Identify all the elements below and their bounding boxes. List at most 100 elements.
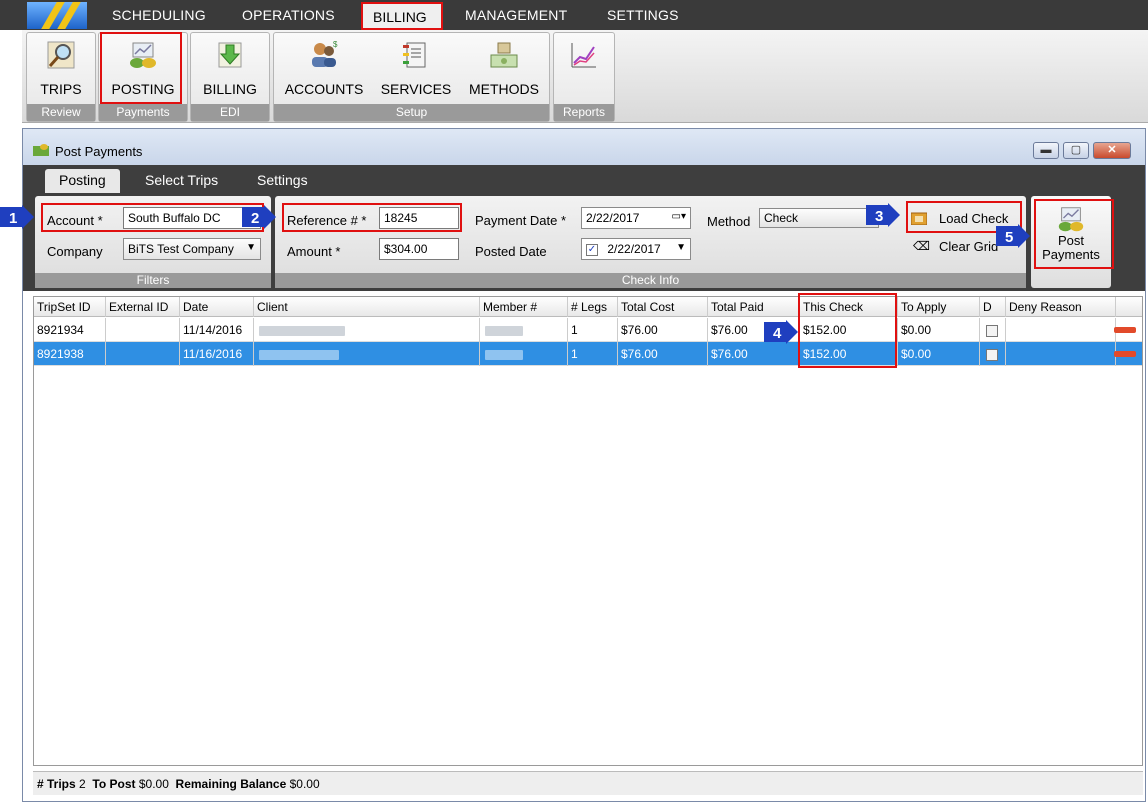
cell-deny-reason[interactable] xyxy=(1006,342,1116,366)
check-info-panel-label: Check Info xyxy=(275,273,1026,288)
method-dropdown[interactable]: Check ▼ xyxy=(759,208,879,228)
column-header[interactable]: External ID xyxy=(106,297,180,317)
deny-checkbox[interactable] xyxy=(986,348,998,361)
step-marker-5: 5 xyxy=(996,224,1030,248)
status-bar: # Trips 2 To Post $0.00 Remaining Balanc… xyxy=(33,771,1143,795)
group-label-edi: EDI xyxy=(191,104,269,121)
cell-to-apply: $0.00 xyxy=(898,342,980,366)
cell-to-apply: $0.00 xyxy=(898,318,980,342)
cell-total-cost: $76.00 xyxy=(618,342,708,366)
magnifier-icon xyxy=(47,41,75,69)
remove-row-icon[interactable] xyxy=(1114,351,1136,357)
cell-date: 11/14/2016 xyxy=(180,318,254,342)
reports-button[interactable] xyxy=(554,35,614,103)
chevron-down-icon: ▼ xyxy=(246,242,256,253)
cell-deny-reason[interactable] xyxy=(1006,318,1116,342)
svg-text:1: 1 xyxy=(9,210,17,227)
services-button[interactable]: SERVICES xyxy=(374,35,458,103)
window-title: Post Payments xyxy=(55,144,143,159)
group-label-review: Review xyxy=(27,104,95,121)
clear-grid-label: Clear Grid xyxy=(939,239,999,254)
column-header[interactable]: Total Paid xyxy=(708,297,800,317)
cell-external-id xyxy=(106,342,180,366)
payment-date-value: 2/22/2017 xyxy=(586,211,640,225)
grid-header: TripSet ID External ID Date Client Membe… xyxy=(34,297,1142,317)
menu-scheduling[interactable]: SCHEDULING xyxy=(112,7,206,23)
cell-tripset-id: 8921934 xyxy=(34,318,106,342)
column-header[interactable]: D xyxy=(980,297,1006,317)
calendar-icon: ▭▾ xyxy=(671,211,686,222)
ribbon-group-review: TRIPS Review xyxy=(26,32,96,122)
step-marker-1: 1 xyxy=(0,205,34,229)
column-header[interactable]: Member # xyxy=(480,297,568,317)
redacted-client xyxy=(259,325,345,336)
account-highlight-box xyxy=(41,203,264,232)
cell-tripset-id: 8921938 xyxy=(34,342,106,366)
column-header[interactable]: # Legs xyxy=(568,297,618,317)
step-marker-3: 3 xyxy=(866,203,900,227)
redacted-member xyxy=(485,325,523,336)
tab-strip: Posting Select Trips Settings xyxy=(23,165,1145,193)
remove-row-icon[interactable] xyxy=(1114,327,1136,333)
remaining-balance-value: $0.00 xyxy=(289,777,320,791)
company-label: Company xyxy=(47,244,103,259)
posted-date-checkbox[interactable]: ✓ xyxy=(586,243,598,256)
menu-billing[interactable]: BILLING xyxy=(361,2,443,30)
cash-icon xyxy=(490,42,518,68)
tab-settings[interactable]: Settings xyxy=(257,169,308,193)
company-value: BiTS Test Company xyxy=(128,242,234,256)
ribbon-group-setup: $ ACCOUNTS SERVICES METHODS Setup xyxy=(273,32,550,122)
maximize-button[interactable]: ▢ xyxy=(1063,142,1089,159)
top-menu-bar: SCHEDULING OPERATIONS BILLING MANAGEMENT… xyxy=(0,0,1148,30)
column-header[interactable]: Date xyxy=(180,297,254,317)
remaining-balance-label: Remaining Balance xyxy=(175,777,287,791)
company-dropdown[interactable]: BiTS Test Company ▼ xyxy=(123,238,261,260)
to-post-label: To Post xyxy=(92,777,136,791)
column-header[interactable]: Deny Reason xyxy=(1006,297,1116,317)
close-icon: ✕ xyxy=(1107,144,1117,156)
menu-settings[interactable]: SETTINGS xyxy=(607,7,679,23)
table-row[interactable]: 8921934 11/14/2016 1 $76.00 $76.00 $152.… xyxy=(34,318,1142,342)
step-marker-4: 4 xyxy=(764,320,798,344)
redacted-client xyxy=(259,349,339,360)
edi-billing-label: BILLING xyxy=(203,81,257,97)
accounts-button[interactable]: $ ACCOUNTS xyxy=(282,35,366,103)
menu-management[interactable]: MANAGEMENT xyxy=(465,7,567,23)
to-post-value: $0.00 xyxy=(138,777,169,791)
cell-date: 11/16/2016 xyxy=(180,342,254,366)
svg-text:3: 3 xyxy=(875,208,883,225)
payment-date-picker[interactable]: 2/22/2017 ▭▾ xyxy=(581,207,691,229)
menu-operations[interactable]: OPERATIONS xyxy=(242,7,335,23)
column-header[interactable]: Total Cost xyxy=(618,297,708,317)
payments-grid: TripSet ID External ID Date Client Membe… xyxy=(33,296,1143,766)
eraser-icon: ⌫ xyxy=(913,239,930,253)
step-marker-2: 2 xyxy=(242,205,276,229)
cell-client xyxy=(254,318,480,342)
deny-checkbox[interactable] xyxy=(986,324,998,337)
close-button[interactable]: ✕ xyxy=(1093,142,1131,159)
trips-count-value: 2 xyxy=(79,777,86,791)
tab-posting[interactable]: Posting xyxy=(45,169,120,193)
cell-deny xyxy=(980,342,1006,366)
cell-legs: 1 xyxy=(568,342,618,366)
amount-field[interactable]: $304.00 xyxy=(379,238,459,260)
ribbon-group-edi: BILLING EDI xyxy=(190,32,270,122)
services-label: SERVICES xyxy=(380,81,452,97)
svg-text:5: 5 xyxy=(1005,229,1013,246)
column-header[interactable]: TripSet ID xyxy=(34,297,106,317)
methods-button[interactable]: METHODS xyxy=(462,35,546,103)
post-payments-highlight-box xyxy=(1034,199,1114,269)
tab-select-trips[interactable]: Select Trips xyxy=(145,169,218,193)
trips-label: TRIPS xyxy=(40,81,82,97)
trips-button[interactable]: TRIPS xyxy=(27,35,95,103)
table-row[interactable]: 8921938 11/16/2016 1 $76.00 $76.00 $152.… xyxy=(34,342,1142,366)
money-icon xyxy=(33,144,49,156)
ribbon-group-reports: Reports xyxy=(553,32,615,122)
posting-highlight-box xyxy=(100,32,182,104)
posted-date-picker[interactable]: ✓ 2/22/2017 ▼ xyxy=(581,238,691,260)
column-header[interactable]: Client xyxy=(254,297,480,317)
edi-billing-button[interactable]: BILLING xyxy=(191,35,269,103)
column-header[interactable]: To Apply xyxy=(898,297,980,317)
minimize-button[interactable]: ▬ xyxy=(1033,142,1059,159)
minimize-icon: ▬ xyxy=(1040,144,1052,156)
